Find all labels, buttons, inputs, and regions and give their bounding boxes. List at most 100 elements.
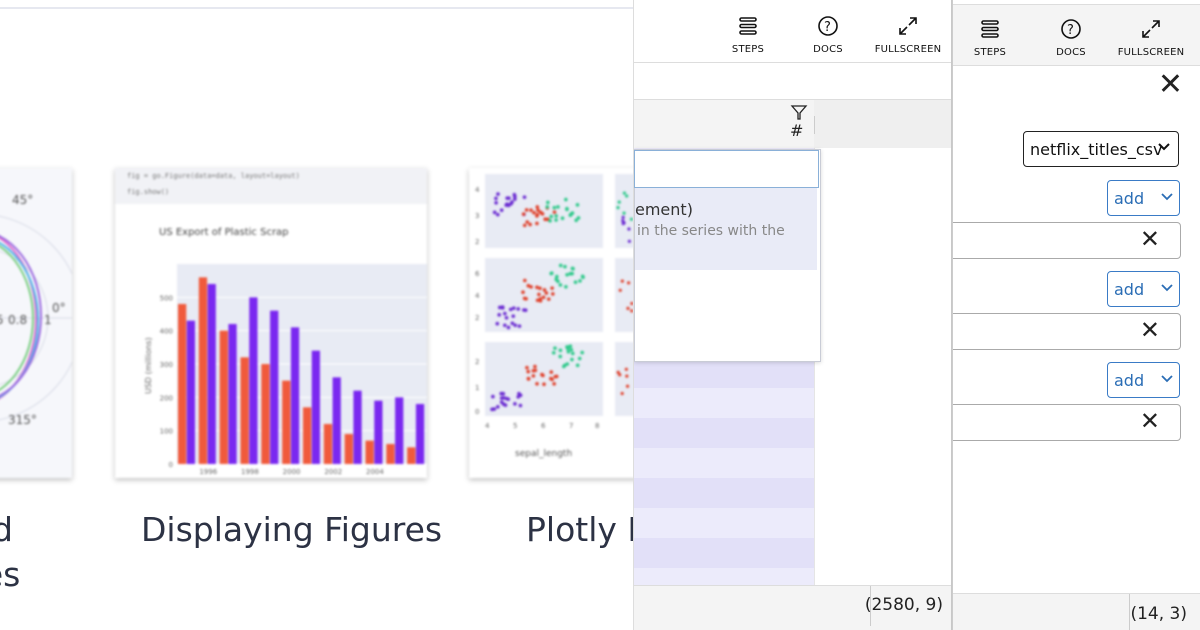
scatter-point xyxy=(549,271,553,276)
polar-caption-line1[interactable]: d xyxy=(0,510,13,549)
scatter-point xyxy=(526,376,531,381)
column-menu-popup: ement) in the series with the xyxy=(634,149,821,362)
scatter-point xyxy=(624,367,628,371)
scatter-point xyxy=(569,212,573,217)
top-divider xyxy=(0,7,633,9)
scatter-point xyxy=(541,295,546,300)
add-select-3[interactable]: add xyxy=(1107,362,1180,398)
scatter-point xyxy=(549,214,554,219)
bar xyxy=(186,320,195,464)
fullscreen-button[interactable]: FULLSCREEN xyxy=(1116,17,1186,58)
scatter-point xyxy=(548,218,552,223)
dtale-grid-panel: STEPS ? DOCS FULLSCREEN # ement) in the … xyxy=(633,0,952,630)
column-header[interactable] xyxy=(814,100,951,149)
scatter-point xyxy=(504,203,509,207)
column-divider[interactable] xyxy=(814,116,815,134)
scatter-point xyxy=(491,394,495,399)
remove-icon[interactable]: ✕ xyxy=(1140,227,1160,251)
entry-field-1[interactable]: ✕ xyxy=(953,222,1181,259)
fullscreen-label: FULLSCREEN xyxy=(874,44,942,55)
scatter-point xyxy=(575,203,580,207)
scatter-point xyxy=(503,323,507,328)
scatter-point xyxy=(575,363,580,368)
scatter-point xyxy=(552,210,557,214)
table-row[interactable] xyxy=(634,418,814,448)
scatter-point xyxy=(517,391,521,396)
remove-icon[interactable]: ✕ xyxy=(1140,409,1160,433)
dataset-select[interactable]: netflix_titles_csv xyxy=(1023,131,1179,167)
scatter-point xyxy=(540,372,544,377)
entry-field-3[interactable]: ✕ xyxy=(953,404,1181,441)
scatter-point xyxy=(626,306,630,311)
docs-icon: ? xyxy=(793,14,863,38)
code-line: fig.show() xyxy=(127,188,170,196)
filter-icon[interactable] xyxy=(790,104,808,122)
table-row[interactable] xyxy=(634,478,814,508)
plotly-express-caption[interactable]: Plotly E xyxy=(526,510,633,549)
scatter-point xyxy=(565,272,569,277)
scatter-point xyxy=(495,321,500,326)
scatter-point xyxy=(503,403,508,407)
scatter-point xyxy=(552,205,557,210)
add-select-2[interactable]: add xyxy=(1107,271,1180,307)
close-icon[interactable]: ✕ xyxy=(1158,70,1183,100)
scatter-point xyxy=(535,221,539,226)
scatter-point xyxy=(542,382,546,387)
scatter-point xyxy=(576,216,581,220)
scatter-point xyxy=(535,205,540,209)
scatter-point xyxy=(516,307,521,311)
scatter-point xyxy=(621,215,625,219)
add-select-1[interactable]: add xyxy=(1107,180,1180,216)
x-tick-label: 2002 xyxy=(324,468,342,476)
polar-tick-45: 45° xyxy=(12,193,33,207)
fullscreen-button[interactable]: FULLSCREEN xyxy=(873,14,943,55)
scatter-point xyxy=(569,347,574,352)
displaying-figures-card[interactable]: fig = go.Figure(data=data, layout=layout… xyxy=(115,168,427,478)
scatter-point xyxy=(522,223,527,228)
toolbar-divider xyxy=(634,62,951,63)
scatter-point xyxy=(513,323,518,328)
table-row[interactable] xyxy=(634,538,814,568)
scatter-point xyxy=(523,278,527,283)
popup-option[interactable]: ement) in the series with the xyxy=(635,188,817,270)
bar xyxy=(261,364,270,464)
polar-caption-line2[interactable]: res xyxy=(0,555,20,594)
y-tick-label: 400 xyxy=(160,328,173,336)
svg-text:?: ? xyxy=(1067,23,1074,38)
scatter-point xyxy=(627,227,631,231)
scatter-point xyxy=(545,205,550,209)
scatter-point xyxy=(546,200,550,205)
ytick: 4 xyxy=(475,292,480,300)
hash-icon: # xyxy=(790,121,804,140)
polar-chart-thumbnail: 45° 0° 315° 0.8 1 5 xyxy=(0,193,72,427)
steps-button[interactable]: STEPS xyxy=(955,17,1025,58)
scatter-point xyxy=(513,197,517,201)
plotly-express-card[interactable]: 4 3 2 6 4 2 2 1 0 4 5 6 7 8 sepal_length xyxy=(469,168,633,478)
scatter-point xyxy=(537,292,541,297)
popup-search-input[interactable] xyxy=(634,150,819,188)
entry-field-2[interactable]: ✕ xyxy=(953,313,1181,350)
fullscreen-label: FULLSCREEN xyxy=(1117,47,1185,58)
polar-chart-card[interactable]: 45° 0° 315° 0.8 1 5 xyxy=(0,168,72,478)
scatter-point xyxy=(551,350,556,355)
docs-button[interactable]: ? DOCS xyxy=(793,14,863,55)
scatter-point xyxy=(554,374,559,379)
scatter-point xyxy=(517,324,522,328)
table-row[interactable] xyxy=(634,388,814,418)
scatter-point xyxy=(543,217,547,222)
scatter-point xyxy=(495,212,500,217)
table-row[interactable] xyxy=(634,508,814,538)
scatter-point xyxy=(533,364,537,369)
remove-icon[interactable]: ✕ xyxy=(1140,318,1160,342)
bar-chart-ylabel: USD (millions) xyxy=(144,337,153,394)
scatter-point xyxy=(551,292,555,296)
displaying-figures-caption[interactable]: Displaying Figures xyxy=(141,510,442,549)
scatter-point xyxy=(564,284,568,289)
table-row[interactable] xyxy=(634,358,814,388)
docs-button[interactable]: ? DOCS xyxy=(1036,17,1106,58)
scatter-point xyxy=(570,357,574,362)
scatter-point xyxy=(580,274,585,279)
table-row[interactable] xyxy=(634,448,814,478)
scatter-point xyxy=(494,200,498,205)
steps-button[interactable]: STEPS xyxy=(713,14,783,55)
